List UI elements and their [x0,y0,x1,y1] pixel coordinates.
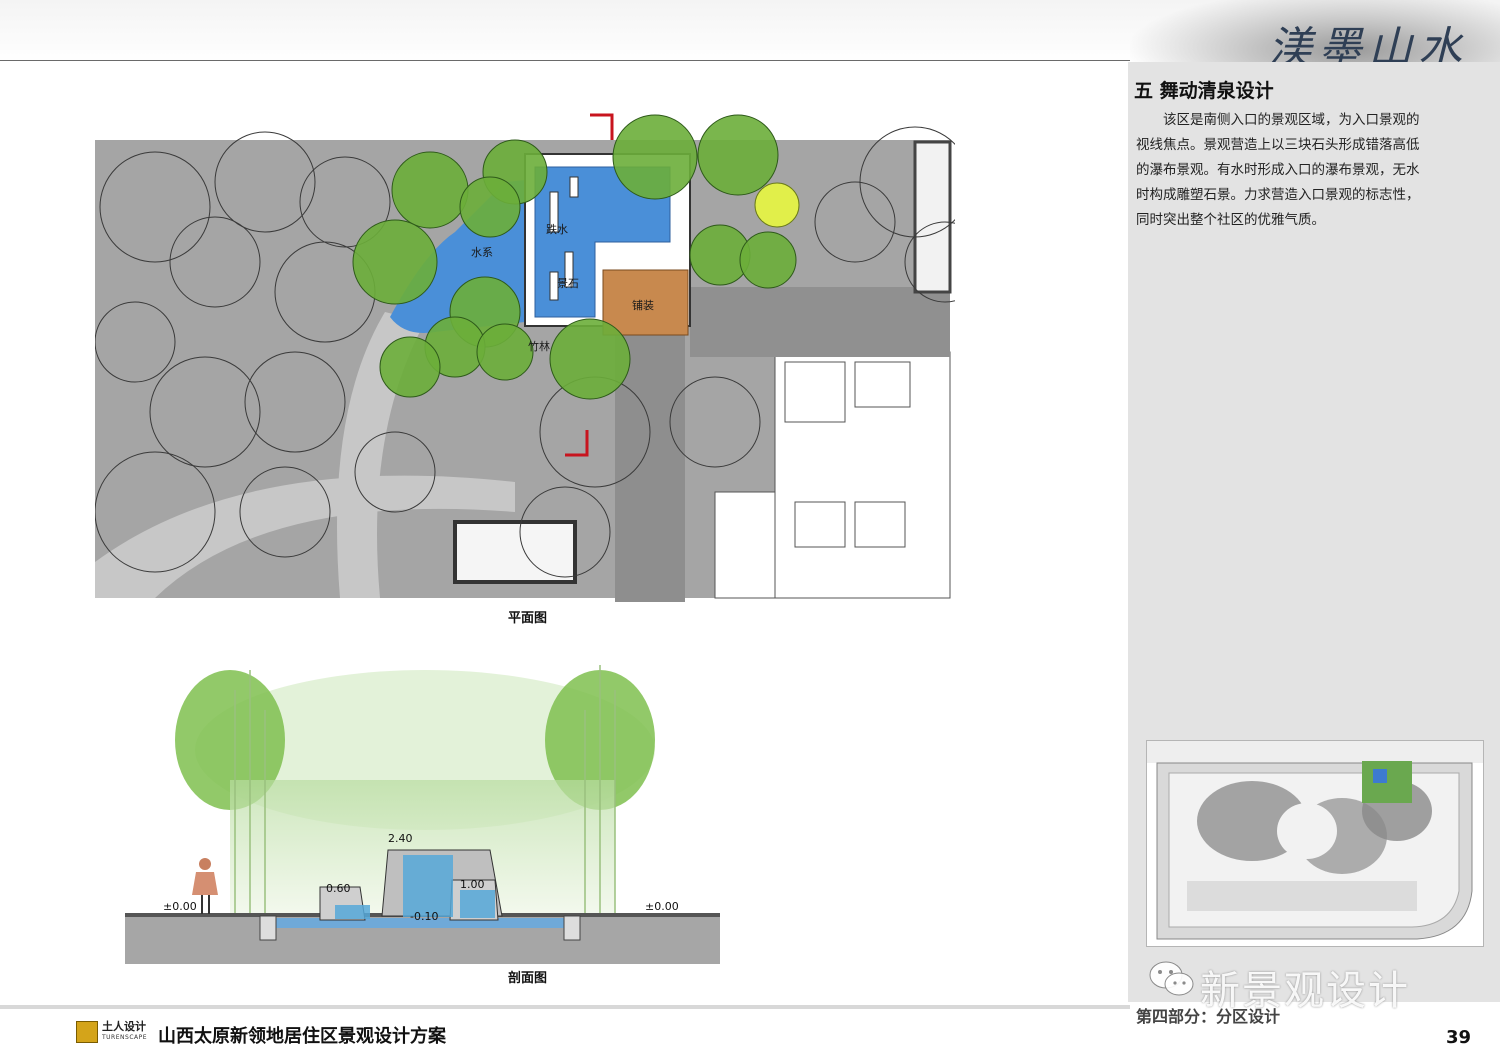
dim-high-stone: 2.40 [388,832,413,845]
plan-caption: 平面图 [508,611,548,626]
label-water-system: 水系 [471,246,493,259]
label-bamboo: 竹林 [528,340,550,353]
project-title: 山西太原新领地居住区景观设计方案 [158,1026,446,1047]
wechat-icon [1149,961,1194,996]
section-description: 该区是南侧入口的景观区域，为入口景观的视线焦点。景观营造上以三块石头形成错落高低… [1136,112,1420,228]
label-paving: 铺装 [632,299,654,312]
dim-left-grade: ±0.00 [163,900,197,913]
label-scenic-stone: 景石 [557,277,579,290]
dim-low-stone: 0.60 [326,882,351,895]
label-falling-water: 跌水 [546,223,568,236]
footer-divider [0,1005,1130,1009]
watermark-text: 新景观设计 [1200,968,1410,1014]
site-key-map [1146,740,1484,947]
dim-mid-stone: 1.00 [460,878,485,891]
logo-cn-text: 土人设计 [102,1020,146,1033]
dim-pool: -0.10 [410,910,439,923]
header-divider [0,60,1130,61]
page-number: 39 [1446,1027,1472,1048]
turenscape-logo-icon [76,1021,98,1043]
section-title: 五 舞动清泉设计 [1134,80,1274,102]
site-plan-drawing [95,113,955,602]
key-map-drawing [1147,741,1483,940]
dim-right-grade: ±0.00 [645,900,679,913]
logo-en-text: TURENSCAPE [102,1034,148,1041]
section-caption: 剖面图 [508,971,548,986]
